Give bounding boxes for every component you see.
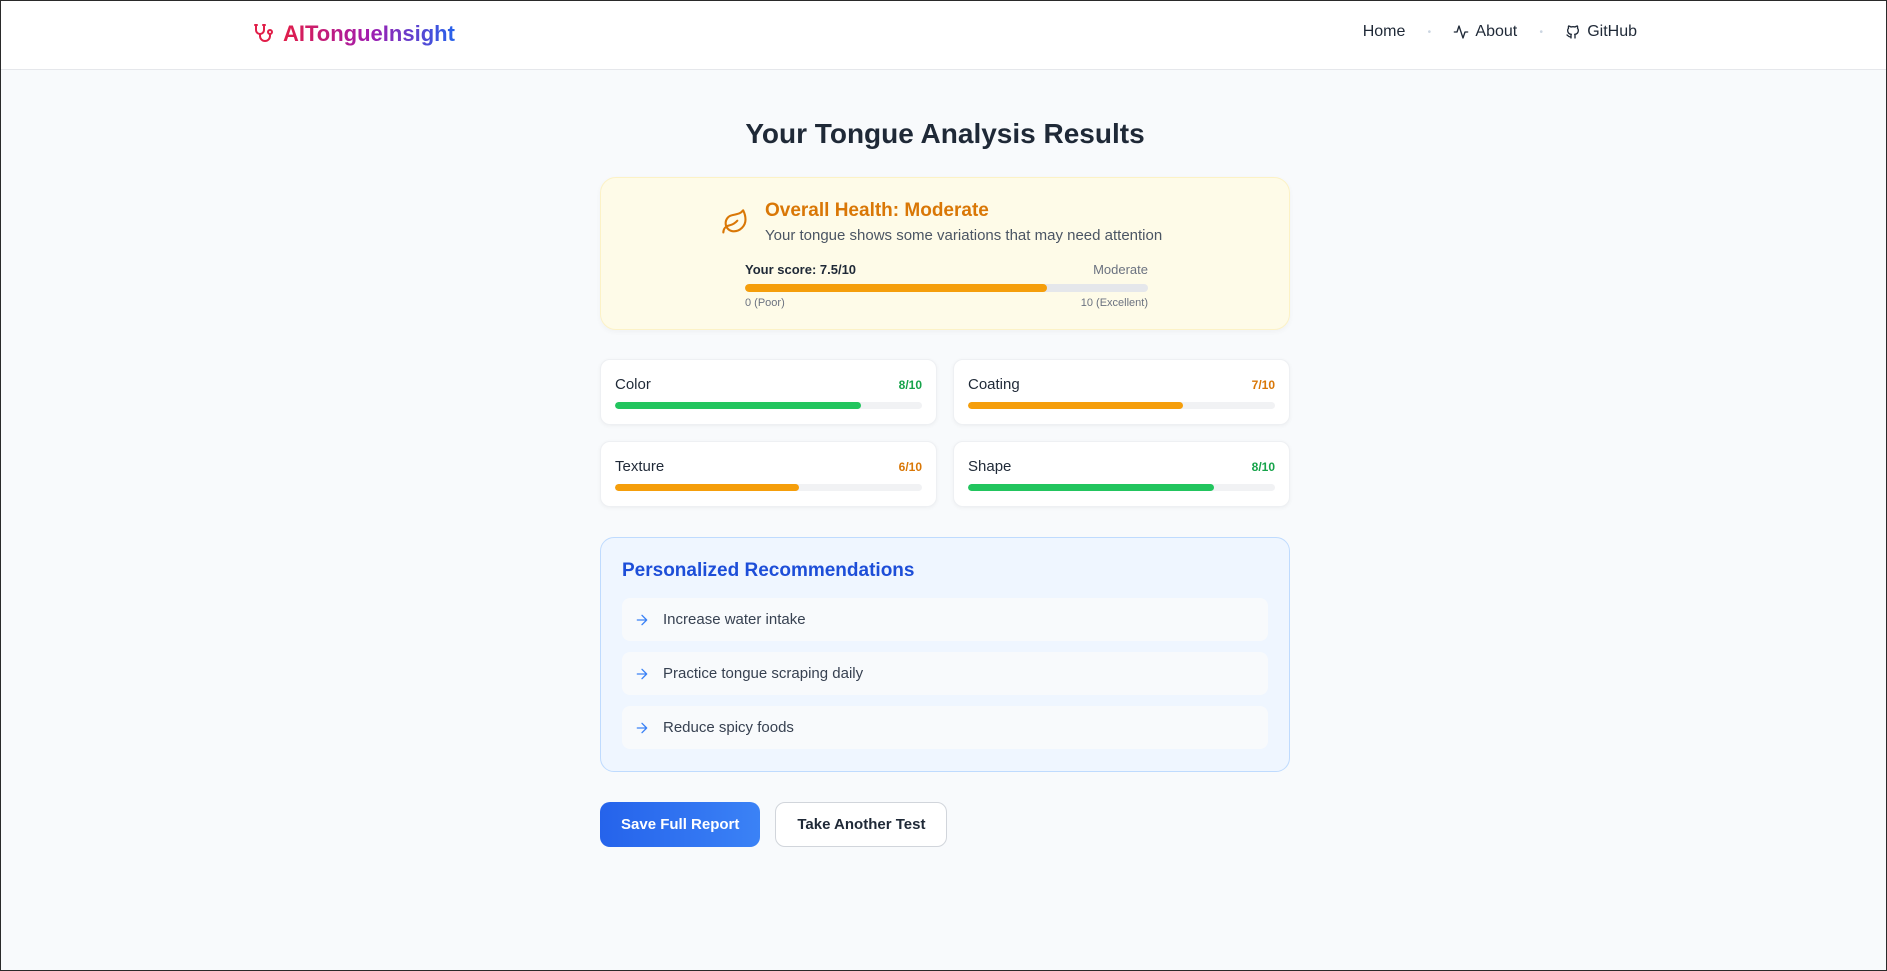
metric-bar-fill <box>968 402 1183 409</box>
nav-links: Home • About • GitHub <box>1363 23 1637 41</box>
recommendation-text: Increase water intake <box>663 611 806 628</box>
recommendation-item: Practice tongue scraping daily <box>622 652 1268 695</box>
metric-bar <box>968 484 1275 491</box>
take-another-test-button[interactable]: Take Another Test <box>775 802 948 847</box>
score-rating: Moderate <box>1093 262 1148 277</box>
nav-home-label: Home <box>1362 23 1406 40</box>
overall-health-subtitle: Your tongue shows some variations that m… <box>765 227 1163 244</box>
score-max-label: 10 (Excellent) <box>1080 297 1148 309</box>
metric-bar <box>615 484 922 491</box>
metric-score: 8/10 <box>1251 460 1275 474</box>
nav-home-link[interactable]: Home <box>1363 23 1406 41</box>
overall-score: Your score: 7.5/10 Moderate 0 (Poor) 10 … <box>745 262 1148 309</box>
nav-about-link[interactable]: About <box>1453 23 1517 41</box>
recommendation-text: Reduce spicy foods <box>663 719 794 736</box>
recommendation-item: Reduce spicy foods <box>622 706 1268 749</box>
recommendation-text: Practice tongue scraping daily <box>663 665 864 682</box>
top-navbar: AITongueInsight Home • About • GitHub <box>1 1 1886 70</box>
metric-card-shape: Shape 8/10 <box>953 441 1290 507</box>
overall-score-fill <box>745 284 1048 292</box>
metric-bar <box>615 402 922 409</box>
activity-icon <box>1454 25 1469 39</box>
metric-score: 6/10 <box>898 460 922 474</box>
score-min-label: 0 (Poor) <box>745 297 785 309</box>
recommendations-list: Increase water intake Practice tongue sc… <box>622 598 1268 749</box>
nav-github-label: GitHub <box>1587 23 1637 40</box>
leaf-icon <box>722 209 747 234</box>
arrow-right-icon <box>636 668 648 679</box>
save-full-report-button[interactable]: Save Full Report <box>600 802 761 847</box>
results-main: Your Tongue Analysis Results Overall Hea… <box>600 112 1290 847</box>
metric-card-color: Color 8/10 <box>600 359 937 425</box>
brand-logo[interactable]: AITongueInsight <box>251 21 455 47</box>
metric-name: Coating <box>968 376 1020 393</box>
stethoscope-icon <box>254 24 273 42</box>
action-buttons: Save Full Report Take Another Test <box>600 802 1290 847</box>
metric-bar-fill <box>968 484 1214 491</box>
overall-heading: Overall Health: Moderate Your tongue sho… <box>765 200 1162 244</box>
nav-about-label: About <box>1475 23 1518 40</box>
overall-health-card: Overall Health: Moderate Your tongue sho… <box>600 177 1290 330</box>
score-label: Your score: 7.5/10 <box>745 262 857 277</box>
recommendations-title: Personalized Recommendations <box>622 560 915 581</box>
metric-name: Color <box>615 376 651 393</box>
nav-separator: • <box>1539 26 1543 38</box>
recommendation-item: Increase water intake <box>622 598 1268 641</box>
metric-name: Shape <box>968 458 1012 475</box>
arrow-right-icon <box>636 614 648 625</box>
nav-separator: • <box>1427 26 1432 38</box>
metric-card-texture: Texture 6/10 <box>600 441 937 507</box>
page-title: Your Tongue Analysis Results <box>745 118 1145 149</box>
metric-cards: Color 8/10 Coating 7/10 Texture 6/10 Sha… <box>600 359 1290 507</box>
metric-bar <box>968 402 1275 409</box>
arrow-right-icon <box>636 722 648 733</box>
brand-name: AITongueInsight <box>283 21 455 46</box>
recommendations-card: Personalized Recommendations Increase wa… <box>600 537 1290 772</box>
metric-bar-fill <box>615 484 800 491</box>
nav-github-link[interactable]: GitHub <box>1565 23 1637 41</box>
github-icon <box>1566 25 1580 39</box>
metric-name: Texture <box>615 458 665 475</box>
metric-score: 8/10 <box>898 378 922 392</box>
metric-score: 7/10 <box>1251 378 1275 392</box>
metric-card-coating: Coating 7/10 <box>953 359 1290 425</box>
metric-bar-fill <box>615 402 861 409</box>
overall-score-bar <box>745 284 1148 292</box>
overall-health-title: Overall Health: Moderate <box>765 200 989 221</box>
